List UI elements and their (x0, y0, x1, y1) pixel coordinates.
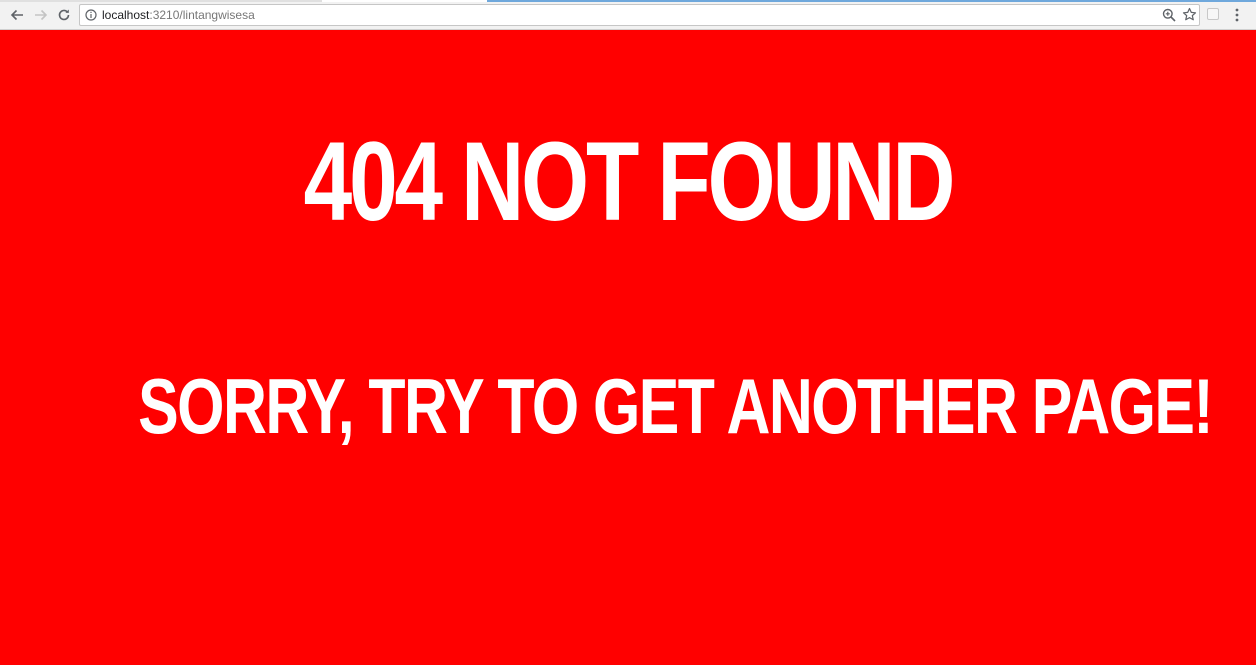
error-page: 404 NOT FOUND SORRY, TRY TO GET ANOTHER … (0, 30, 1256, 665)
zoom-icon[interactable] (1162, 8, 1176, 22)
star-icon[interactable] (1182, 7, 1197, 22)
kebab-menu-icon[interactable] (1231, 7, 1243, 23)
extension-icon[interactable] (1207, 8, 1219, 20)
url-host: localhost (102, 8, 150, 22)
browser-toolbar: localhost:3210/lintangwisesa (0, 0, 1256, 30)
reload-button[interactable] (54, 5, 74, 25)
arrow-left-icon (10, 9, 23, 21)
error-heading: 404 NOT FOUND (303, 119, 956, 244)
error-message: SORRY, TRY TO GET ANOTHER PAGE! (138, 362, 1213, 450)
back-button[interactable] (7, 5, 27, 25)
address-bar[interactable]: localhost:3210/lintangwisesa (79, 4, 1200, 26)
info-icon[interactable] (85, 9, 97, 21)
tab-strip-edge (0, 0, 1256, 2)
reload-icon (58, 9, 70, 21)
forward-button[interactable] (31, 5, 51, 25)
arrow-right-icon (35, 9, 48, 21)
url-text[interactable]: localhost:3210/lintangwisesa (102, 8, 255, 22)
url-path: :3210/lintangwisesa (149, 8, 255, 22)
